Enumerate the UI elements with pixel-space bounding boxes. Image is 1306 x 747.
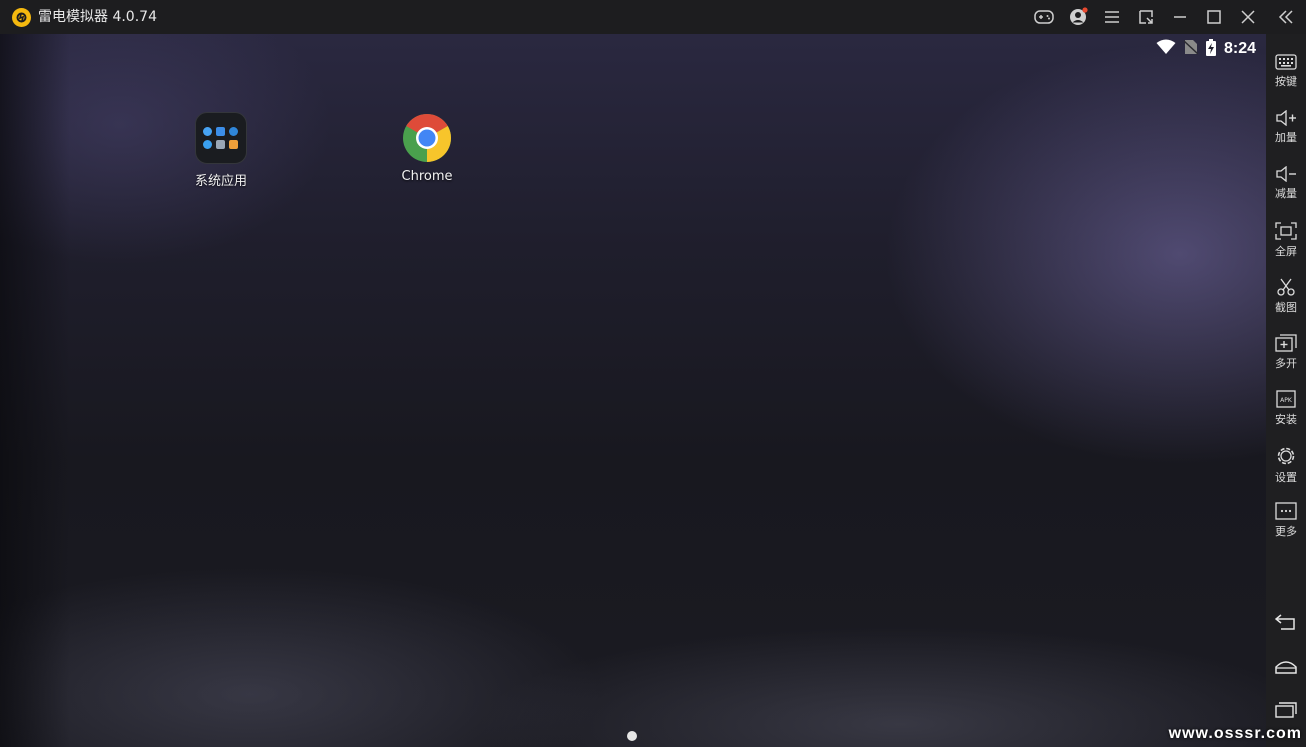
sidebar-item-multi-instance[interactable]: 多开 xyxy=(1266,330,1306,384)
collapse-sidebar-icon[interactable] xyxy=(1275,6,1297,28)
sidebar-item-screenshot[interactable]: 截图 xyxy=(1266,274,1306,328)
notification-dot xyxy=(1082,7,1088,13)
sidebar-item-volume-down[interactable]: 减量 xyxy=(1266,162,1306,216)
home-icon[interactable] xyxy=(1266,651,1306,681)
folder-icon[interactable] xyxy=(195,112,247,164)
volume-down-icon xyxy=(1276,166,1296,182)
svg-text:APK: APK xyxy=(1280,397,1293,404)
account-icon[interactable] xyxy=(1067,6,1089,28)
right-sidebar: 按键 加量 减量 全屏 截图 多开 APK 安装 设置 更多 xyxy=(1266,34,1306,747)
sidebar-item-label: 多开 xyxy=(1275,357,1297,370)
gamepad-icon[interactable] xyxy=(1033,6,1055,28)
watermark-text: www.osssr.com xyxy=(1168,725,1302,742)
apk-icon: APK xyxy=(1276,390,1296,408)
no-sim-icon xyxy=(1183,39,1199,59)
sidebar-item-label: 全屏 xyxy=(1275,245,1297,258)
volume-up-icon xyxy=(1276,110,1296,126)
gear-icon xyxy=(1277,447,1295,465)
fullscreen-icon xyxy=(1275,222,1297,240)
menu-icon[interactable] xyxy=(1101,6,1123,28)
sidebar-item-label: 更多 xyxy=(1275,525,1297,538)
app-label: 系统应用 xyxy=(194,174,247,189)
sidebar-item-label: 按键 xyxy=(1275,75,1297,88)
sidebar-item-volume-up[interactable]: 加量 xyxy=(1266,106,1306,160)
shrink-icon[interactable] xyxy=(1135,6,1157,28)
sidebar-item-keymap[interactable]: 按键 xyxy=(1266,50,1306,104)
battery-charging-icon xyxy=(1205,38,1216,60)
app-logo-icon xyxy=(12,8,31,27)
sidebar-item-install-apk[interactable]: APK 安装 xyxy=(1266,386,1306,440)
status-bar: 8:24 xyxy=(1156,38,1256,60)
sidebar-item-more[interactable]: 更多 xyxy=(1266,498,1306,552)
sidebar-item-label: 截图 xyxy=(1275,301,1297,314)
maximize-icon[interactable] xyxy=(1203,6,1225,28)
page-indicator-dot xyxy=(627,731,637,741)
multi-instance-icon xyxy=(1275,334,1297,352)
back-icon[interactable] xyxy=(1266,607,1306,637)
sidebar-item-fullscreen[interactable]: 全屏 xyxy=(1266,218,1306,272)
window-title: 雷电模拟器 4.0.74 xyxy=(38,9,157,25)
keyboard-icon xyxy=(1275,54,1297,70)
scissors-icon xyxy=(1277,278,1295,296)
sidebar-item-settings[interactable]: 设置 xyxy=(1266,442,1306,496)
sidebar-item-label: 加量 xyxy=(1275,131,1297,144)
status-clock: 8:24 xyxy=(1223,40,1256,57)
minimize-icon[interactable] xyxy=(1169,6,1191,28)
home-app-chrome[interactable]: Chrome xyxy=(377,113,477,184)
sidebar-item-label: 安装 xyxy=(1275,413,1297,426)
more-icon xyxy=(1275,502,1297,520)
wallpaper-shade xyxy=(0,34,70,747)
title-bar: 雷电模拟器 4.0.74 xyxy=(0,0,1306,34)
recents-icon[interactable] xyxy=(1266,695,1306,725)
sidebar-item-label: 设置 xyxy=(1275,471,1297,484)
chrome-icon[interactable] xyxy=(402,113,452,163)
android-screen[interactable]: 8:24 系统应用 Chrome xyxy=(0,34,1266,747)
home-app-system-apps[interactable]: 系统应用 xyxy=(171,112,271,189)
sidebar-item-label: 减量 xyxy=(1275,187,1297,200)
app-label: Chrome xyxy=(401,169,453,184)
close-icon[interactable] xyxy=(1237,6,1259,28)
wifi-icon xyxy=(1156,39,1176,59)
